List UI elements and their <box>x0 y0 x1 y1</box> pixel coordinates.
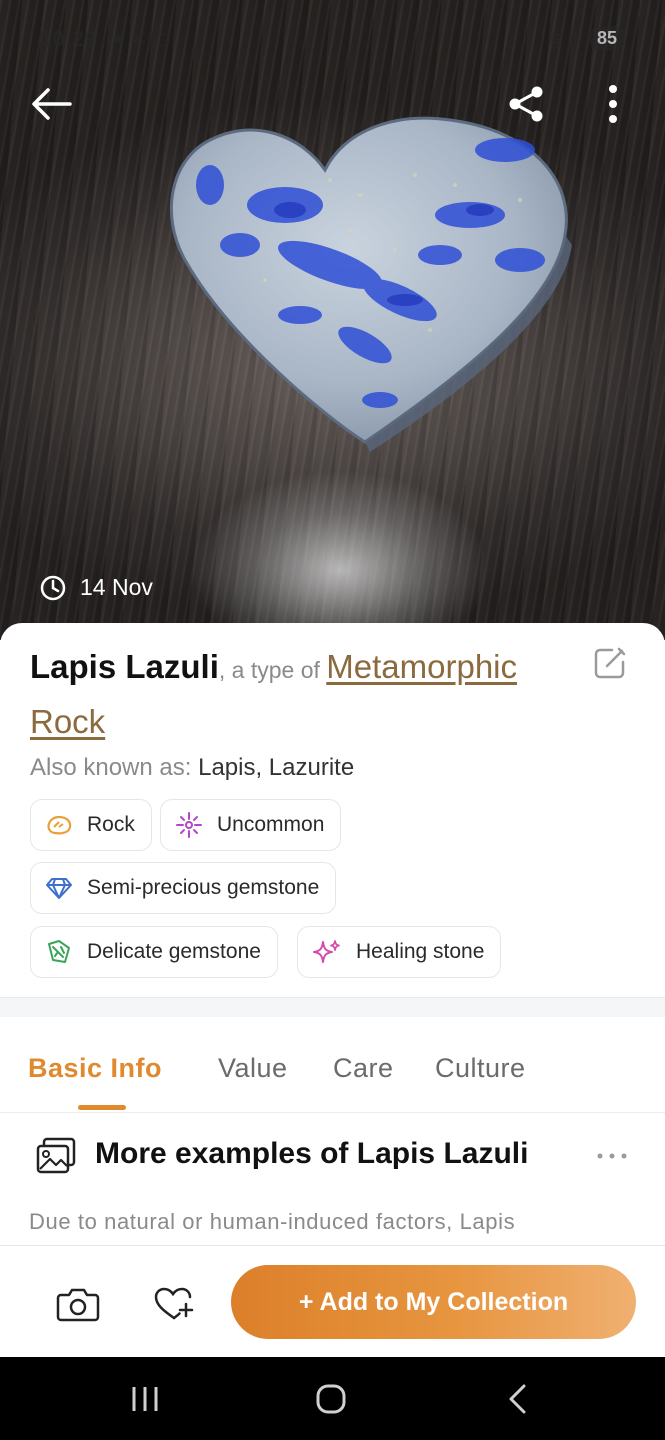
tag-rock[interactable]: Rock <box>30 799 152 851</box>
species-title: Lapis Lazuli, a type of Metamorphic Rock <box>30 643 560 753</box>
active-tab-indicator <box>78 1105 126 1110</box>
add-to-collection-button[interactable]: + Add to My Collection <box>231 1265 636 1339</box>
gallery-icon <box>36 1137 76 1174</box>
tab-bar: Basic Info Value Care Culture <box>0 1017 665 1113</box>
species-name: Lapis Lazuli <box>30 648 219 685</box>
recent-apps-icon[interactable] <box>120 1377 170 1421</box>
share-icon <box>509 86 543 122</box>
tag-semi-precious-gemstone[interactable]: Semi-precious gemstone <box>30 862 337 914</box>
battery-indicator: 85 <box>588 26 625 51</box>
camera-button[interactable] <box>56 1284 100 1324</box>
section-divider <box>0 997 665 1017</box>
tag-label: Delicate gemstone <box>87 940 261 963</box>
tab-care[interactable]: Care <box>333 1053 394 1084</box>
tag-label: Semi-precious gemstone <box>87 876 320 899</box>
more-horizontal-icon[interactable] <box>592 1141 632 1171</box>
more-examples-section: More examples of Lapis Lazuli Due to nat… <box>0 1113 665 1248</box>
tag-label: Uncommon <box>217 813 325 836</box>
diamond-icon <box>46 878 72 899</box>
tag-healing-stone[interactable]: Healing stone <box>297 926 502 978</box>
back-button[interactable] <box>24 76 80 132</box>
tag-delicate-gemstone[interactable]: Delicate gemstone <box>30 926 278 978</box>
status-bar: 10:29 ●✕◻ ≋ ıl 85 <box>0 20 665 60</box>
more-options-button[interactable] <box>585 76 641 132</box>
arrow-left-icon <box>32 88 72 120</box>
section-description: Due to natural or human-induced factors,… <box>29 1209 516 1234</box>
capture-date-text: 14 Nov <box>80 574 153 600</box>
also-known-as: Also known as: Lapis, Lazurite <box>30 754 354 782</box>
sparkles-icon <box>313 940 340 963</box>
tab-culture[interactable]: Culture <box>435 1053 526 1084</box>
tag-label: Rock <box>87 813 135 836</box>
heart-plus-icon <box>154 1287 194 1320</box>
system-back-icon[interactable] <box>493 1377 543 1421</box>
fragile-gem-icon <box>48 940 70 963</box>
wifi-signal-icon: ≋ ıl <box>547 28 578 48</box>
aka-value: Lapis, Lazurite <box>198 754 355 781</box>
tag-uncommon[interactable]: Uncommon <box>160 799 342 851</box>
tab-basic-info[interactable]: Basic Info <box>28 1053 162 1084</box>
share-button[interactable] <box>498 76 554 132</box>
add-favorite-button[interactable] <box>152 1284 196 1324</box>
sparkle-rarity-icon <box>176 812 202 838</box>
status-right-icons: ≋ ıl 85 <box>548 26 625 51</box>
home-icon[interactable] <box>306 1377 356 1421</box>
more-vertical-icon <box>609 85 617 123</box>
aka-label: Also known as: <box>30 754 199 781</box>
type-of-label: , a type of <box>218 657 327 683</box>
capture-date: 14 Nov <box>40 574 153 601</box>
clock-icon <box>40 575 66 600</box>
tag-label: Healing stone <box>356 940 485 963</box>
lapis-heart-stone-image <box>169 116 572 452</box>
edit-button[interactable] <box>592 645 632 685</box>
identification-card: Lapis Lazuli, a type of Metamorphic Rock… <box>0 623 665 1013</box>
bottom-action-bar: + Add to My Collection <box>0 1245 665 1357</box>
tab-value[interactable]: Value <box>218 1053 288 1084</box>
camera-icon <box>56 1288 100 1322</box>
specimen-photo[interactable]: 10:29 ●✕◻ ≋ ıl 85 14 Nov <box>0 0 665 640</box>
status-time: 10:29 <box>40 26 97 51</box>
notification-icons: ●✕◻ <box>112 28 176 50</box>
rock-icon <box>47 815 72 835</box>
section-title: More examples of Lapis Lazuli <box>95 1137 529 1170</box>
system-navigation-bar <box>0 1357 665 1440</box>
edit-icon <box>594 647 626 679</box>
